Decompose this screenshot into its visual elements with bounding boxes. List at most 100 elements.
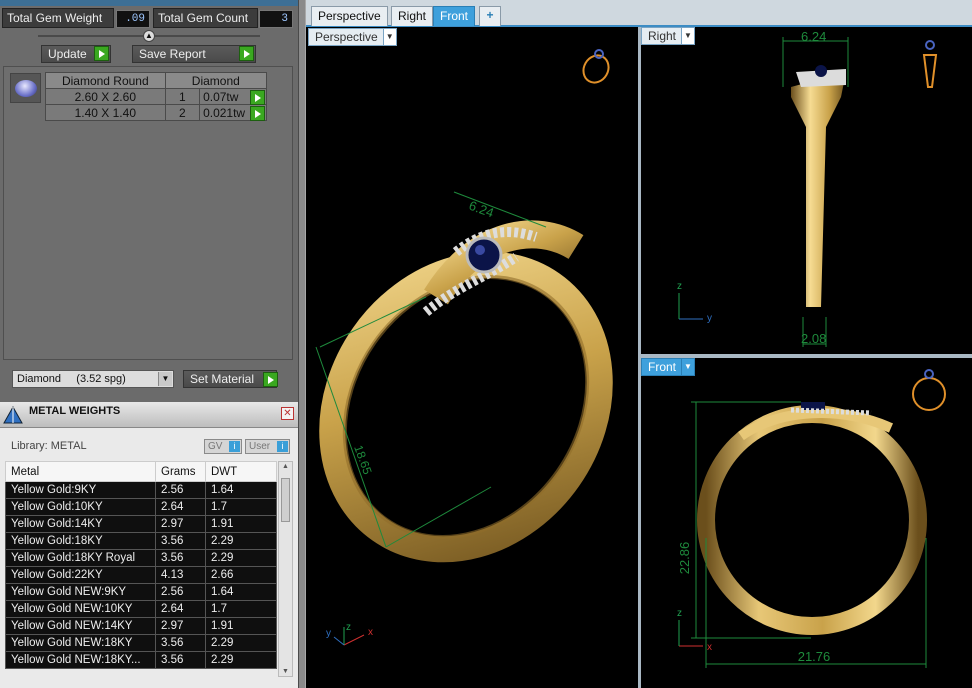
metal-dwt: 1.7 [205,498,277,516]
metal-grams: 2.97 [155,617,206,635]
metal-row[interactable]: Yellow Gold:14KY 2.97 1.91 [5,515,277,533]
gem-header-shape: Diamond Round [45,72,166,89]
axis-z-label: z [346,622,351,633]
collapse-toggle-icon[interactable]: ▲ [143,30,155,42]
metal-grams: 3.56 [155,532,206,550]
metal-row[interactable]: Yellow Gold:18KY Royal 3.56 2.29 [5,549,277,567]
viewport-front[interactable]: 22.86 21.76 x z Front ▼ [641,358,972,688]
col-grams[interactable]: Grams [155,461,206,482]
metal-name: Yellow Gold:22KY [5,566,156,584]
material-select-value: Diamond (3.52 spg) [17,373,126,385]
axis-x-label: x [707,642,712,653]
metal-table-scrollbar[interactable]: ▲ ▼ [278,461,293,677]
metal-row[interactable]: Yellow Gold NEW:9KY 2.56 1.64 [5,583,277,601]
metal-weights-body: Library: METAL GV i User i Metal Grams DWT… [0,428,298,688]
gem-size: 1.40 X 1.40 [45,104,166,121]
metal-grams: 2.56 [155,481,206,499]
metal-row[interactable]: Yellow Gold NEW:14KY 2.97 1.91 [5,617,277,635]
metal-weights-title: METAL WEIGHTS [29,405,121,417]
save-report-button[interactable]: Save Report [132,45,256,63]
gem-qty: 2 [164,104,201,121]
add-tab-icon[interactable]: + [479,6,501,26]
info-icon: i [229,441,240,452]
dim-front-width: 21.76 [798,649,831,664]
viewport-label-right[interactable]: Right ▼ [641,27,696,45]
save-report-label: Save Report [139,47,206,61]
set-material-label: Set Material [190,372,255,386]
chevron-down-icon[interactable]: ▼ [681,28,695,44]
metal-dwt: 1.91 [205,515,277,533]
metal-grams: 3.56 [155,634,206,652]
metal-name: Yellow Gold:18KY [5,532,156,550]
metal-row[interactable]: Yellow Gold:22KY 4.13 2.66 [5,566,277,584]
metal-grams: 3.56 [155,651,206,669]
metal-grams: 4.13 [155,566,206,584]
viewport-right[interactable]: 6.24 2.08 y z Right ▼ [641,27,972,354]
user-toggle[interactable]: User i [245,439,290,454]
material-select[interactable]: Diamond (3.52 spg) ▼ [12,370,174,388]
ring-right-render: 6.24 2.08 y z [677,29,938,347]
total-gem-count-label: Total Gem Count [153,8,258,28]
set-material-go-icon[interactable] [263,372,278,387]
gem-row[interactable]: 1.40 X 1.40 2 0.021tw [45,104,267,121]
metal-name: Yellow Gold NEW:18KY... [5,651,156,669]
close-icon[interactable]: ✕ [281,407,294,420]
ring-front-render: 22.86 21.76 x z [677,369,946,668]
metal-dwt: 1.64 [205,481,277,499]
scroll-up-icon[interactable]: ▲ [282,463,289,470]
metal-dwt: 1.91 [205,617,277,635]
metal-name: Yellow Gold:18KY Royal [5,549,156,567]
viewport-label-perspective[interactable]: Perspective ▼ [308,28,397,46]
gem-row-1-go-icon[interactable] [250,90,265,105]
axis-y-label: y [326,628,331,639]
dim-perspective-top: 6.24 [467,198,496,221]
chevron-down-icon[interactable]: ▼ [382,29,396,45]
gv-label: GV [208,441,223,452]
scroll-thumb[interactable] [281,478,290,522]
viewport-label-text: Right [648,29,677,43]
tab-front[interactable]: Front [433,6,476,26]
gem-size: 2.60 X 2.60 [45,88,166,105]
total-gem-weight-label: Total Gem Weight [2,8,114,28]
metal-row[interactable]: Yellow Gold NEW:10KY 2.64 1.7 [5,600,277,618]
total-gem-count-value: 3 [259,10,293,28]
metal-name: Yellow Gold NEW:9KY [5,583,156,601]
metal-dwt: 2.29 [205,651,277,669]
dim-right-bottom: 2.08 [801,331,826,346]
gem-header-type: Diamond [164,72,268,89]
save-report-go-icon[interactable] [239,46,254,61]
col-metal[interactable]: Metal [5,461,156,482]
axis-x-label: x [368,627,373,638]
update-go-icon[interactable] [94,46,109,61]
library-label: Library: METAL [11,440,87,452]
chevron-down-icon[interactable]: ▼ [158,372,172,386]
gv-toggle[interactable]: GV i [204,439,242,454]
diamond-round-icon[interactable] [10,73,41,103]
metal-grams: 2.64 [155,498,206,516]
axis-z-label: z [677,608,682,619]
gem-row[interactable]: 2.60 X 2.60 1 0.07tw [45,88,267,105]
user-label: User [249,441,271,452]
gem-row-2-go-icon[interactable] [250,106,265,121]
metal-grams: 2.56 [155,583,206,601]
dim-front-height: 22.86 [677,542,692,575]
metal-name: Yellow Gold NEW:10KY [5,600,156,618]
total-gem-weight-value: .09 [116,10,150,28]
col-dwt[interactable]: DWT [205,461,277,482]
tab-right[interactable]: Right [391,6,434,26]
metal-row[interactable]: Yellow Gold NEW:18KY... 3.56 2.29 [5,651,277,669]
tab-perspective[interactable]: Perspective [311,6,388,26]
metal-row[interactable]: Yellow Gold:10KY 2.64 1.7 [5,498,277,516]
viewport-label-front[interactable]: Front ▼ [641,358,696,376]
metal-name: Yellow Gold:14KY [5,515,156,533]
metal-table: Metal Grams DWT Yellow Gold:9KY 2.56 1.64 Y… [5,461,277,669]
metal-row[interactable]: Yellow Gold NEW:18KY 3.56 2.29 [5,634,277,652]
metal-row[interactable]: Yellow Gold:9KY 2.56 1.64 [5,481,277,499]
viewport-perspective[interactable]: 6.24 18.65 x z y Perspective ▼ [306,27,638,688]
metal-grams: 2.64 [155,600,206,618]
panel-splitter[interactable] [298,0,306,688]
metal-row[interactable]: Yellow Gold:18KY 3.56 2.29 [5,532,277,550]
update-button-label: Update [48,47,87,61]
scroll-down-icon[interactable]: ▼ [282,668,289,675]
chevron-down-icon[interactable]: ▼ [681,359,695,375]
